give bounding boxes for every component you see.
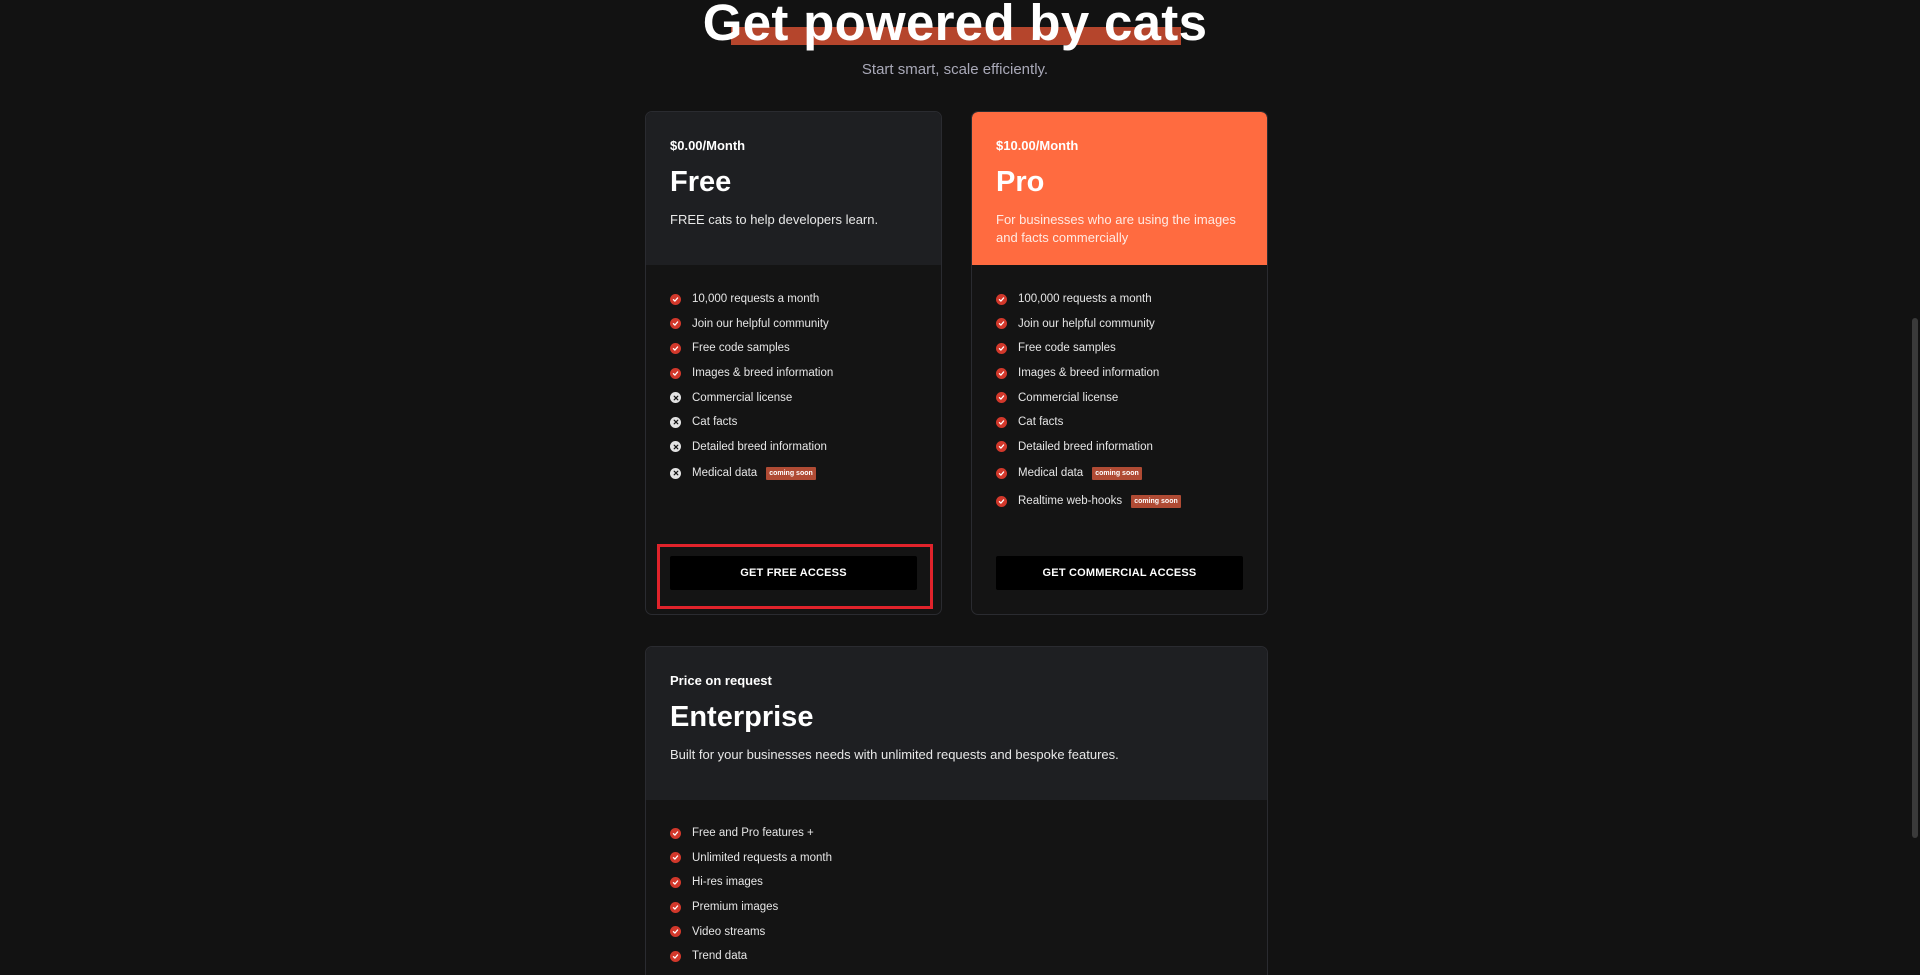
plan-name: Free — [670, 166, 732, 198]
feature-item: Commercial license — [670, 385, 833, 410]
cross-icon — [670, 467, 681, 479]
feature-item: 10,000 requests a month — [670, 287, 833, 312]
feature-label: Join our helpful community — [692, 317, 829, 330]
check-icon — [670, 293, 681, 305]
check-icon — [670, 901, 681, 913]
check-icon — [670, 367, 681, 379]
feature-label: Unlimited requests a month — [692, 851, 832, 864]
feature-item: Medical data coming soon — [996, 459, 1181, 487]
feature-label: 100,000 requests a month — [1018, 293, 1152, 306]
feature-item: Video streams — [670, 919, 832, 944]
feature-label: Free code samples — [692, 342, 790, 355]
feature-item: Images & breed information — [670, 361, 833, 386]
feature-item: Images & breed information — [996, 361, 1181, 386]
plan-description: For businesses who are using the images … — [996, 212, 1236, 245]
check-icon — [996, 293, 1007, 305]
feature-label: Free code samples — [1018, 342, 1116, 355]
check-icon — [670, 950, 681, 962]
plan-name: Enterprise — [670, 701, 814, 733]
check-icon — [670, 342, 681, 354]
feature-label: 10,000 requests a month — [692, 293, 820, 306]
feature-label: Images & breed information — [692, 367, 834, 380]
feature-item: Commercial license — [996, 385, 1181, 410]
feature-label: Free and Pro features + — [692, 827, 814, 840]
feature-item: Detailed breed information — [996, 435, 1181, 460]
feature-item: Cat facts — [670, 410, 833, 435]
check-icon — [996, 416, 1007, 428]
plan-card-header: $10.00/Month Pro For businesses who are … — [972, 112, 1267, 265]
feature-label: Commercial license — [1018, 391, 1119, 404]
feature-item: Detailed breed information — [670, 435, 833, 460]
feature-label: Detailed breed information — [1018, 440, 1153, 453]
get-commercial-access-button[interactable]: GET COMMERCIAL ACCESS — [996, 556, 1243, 590]
cross-icon — [670, 441, 681, 453]
feature-label: Cat facts — [692, 416, 738, 429]
check-icon — [670, 876, 681, 888]
page-title: Get powered by cats — [702, 0, 1208, 51]
cross-icon — [670, 392, 681, 404]
coming-soon-badge: coming soon — [1131, 494, 1181, 508]
feature-item: Free code samples — [996, 336, 1181, 361]
feature-item: Hi-res images — [670, 870, 832, 895]
plan-card-pro: $10.00/Month Pro For businesses who are … — [971, 111, 1268, 615]
feature-item: Medical data coming soon — [670, 459, 833, 487]
feature-label: Trend data — [692, 950, 748, 963]
scrollbar[interactable] — [1910, 0, 1920, 975]
plan-description: FREE cats to help developers learn. — [670, 212, 879, 227]
check-icon — [996, 495, 1007, 507]
feature-label: Medical data — [1018, 467, 1084, 480]
check-icon — [996, 467, 1007, 479]
plan-price: $10.00/Month — [996, 138, 1079, 153]
feature-label: Join our helpful community — [1018, 317, 1155, 330]
coming-soon-badge: coming soon — [766, 466, 816, 480]
pricing-page: Get powered by cats Start smart, scale e… — [0, 0, 1920, 975]
feature-label: Realtime web-hooks — [1018, 495, 1123, 508]
feature-item: Cat facts — [996, 410, 1181, 435]
plan-description: Built for your businesses needs with unl… — [670, 747, 1119, 762]
feature-label: Commercial license — [692, 391, 793, 404]
check-icon — [670, 852, 681, 864]
feature-item: Free and Pro features + — [670, 821, 832, 846]
feature-label: Detailed breed information — [692, 440, 827, 453]
feature-label: Images & breed information — [1018, 367, 1160, 380]
feature-label: Medical data — [692, 467, 758, 480]
feature-item: Unlimited requests a month — [670, 846, 832, 871]
check-icon — [670, 827, 681, 839]
feature-label: Cat facts — [1018, 416, 1064, 429]
plan-name: Pro — [996, 166, 1045, 198]
plan-card-enterprise: Price on request Enterprise Built for yo… — [645, 646, 1268, 975]
plan-card-header: $0.00/Month Free FREE cats to help devel… — [646, 112, 941, 265]
feature-label: Video streams — [692, 925, 766, 938]
cross-icon — [670, 416, 681, 428]
feature-list: 100,000 requests a month Join our helpful… — [996, 287, 1181, 515]
feature-item: Premium images — [670, 895, 832, 920]
feature-list: Free and Pro features + Unlimited request… — [670, 821, 832, 969]
feature-list: 10,000 requests a month Join our helpful … — [670, 287, 833, 487]
plan-card-free: $0.00/Month Free FREE cats to help devel… — [645, 111, 942, 615]
check-icon — [996, 318, 1007, 330]
feature-item: Join our helpful community — [670, 312, 833, 337]
check-icon — [996, 392, 1007, 404]
check-icon — [670, 926, 681, 938]
feature-item: Free code samples — [670, 336, 833, 361]
feature-item: Join our helpful community — [996, 312, 1181, 337]
check-icon — [996, 342, 1007, 354]
feature-label: Premium images — [692, 901, 779, 914]
feature-item: Realtime web-hooks coming soon — [996, 487, 1181, 515]
plan-price: $0.00/Month — [670, 138, 746, 153]
feature-label: Hi-res images — [692, 876, 763, 889]
coming-soon-badge: coming soon — [1092, 466, 1142, 480]
plan-card-header: Price on request Enterprise Built for yo… — [646, 647, 1267, 800]
page-subtitle: Start smart, scale efficiently. — [861, 61, 1049, 78]
selection-highlight — [657, 544, 933, 609]
scrollbar-thumb[interactable] — [1912, 318, 1918, 838]
check-icon — [670, 318, 681, 330]
check-icon — [996, 367, 1007, 379]
feature-item: Trend data — [670, 944, 832, 969]
check-icon — [996, 441, 1007, 453]
feature-item: 100,000 requests a month — [996, 287, 1181, 312]
plan-price: Price on request — [670, 673, 772, 688]
